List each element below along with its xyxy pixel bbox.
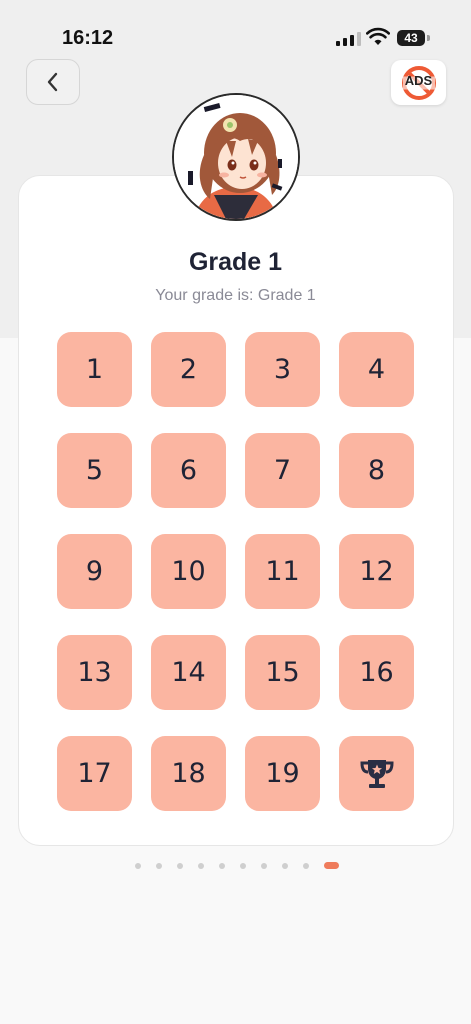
cellular-signal-icon: [336, 30, 361, 46]
level-grid: 1 2 3 4 5 6 7 8 9 10 11 12 13 14 15 16 1…: [57, 332, 414, 811]
page-dot[interactable]: [240, 862, 246, 869]
page-dot-active[interactable]: [324, 862, 339, 869]
level-tile-6[interactable]: 6: [151, 433, 226, 508]
page-dot[interactable]: [261, 862, 267, 869]
back-button[interactable]: [26, 59, 80, 105]
level-tile-11[interactable]: 11: [245, 534, 320, 609]
level-tile-3[interactable]: 3: [245, 332, 320, 407]
avatar: [172, 93, 300, 221]
trophy-tile[interactable]: [339, 736, 414, 811]
page-dot[interactable]: [282, 862, 288, 869]
page-dot[interactable]: [135, 862, 141, 869]
level-tile-5[interactable]: 5: [57, 433, 132, 508]
trophy-icon: [359, 759, 394, 788]
page-dot[interactable]: [219, 862, 225, 869]
remove-ads-button[interactable]: ADS: [391, 60, 446, 105]
status-time: 16:12: [62, 27, 114, 49]
level-tile-14[interactable]: 14: [151, 635, 226, 710]
level-tile-16[interactable]: 16: [339, 635, 414, 710]
page-dot[interactable]: [177, 862, 183, 869]
level-tile-2[interactable]: 2: [151, 332, 226, 407]
battery-indicator: 43: [397, 30, 425, 46]
level-tile-19[interactable]: 19: [245, 736, 320, 811]
avatar-illustration: [174, 95, 298, 219]
page-dot[interactable]: [156, 862, 162, 869]
battery-cap: [427, 35, 430, 41]
level-tile-8[interactable]: 8: [339, 433, 414, 508]
level-tile-18[interactable]: 18: [151, 736, 226, 811]
grade-title: Grade 1: [188, 248, 283, 276]
level-tile-1[interactable]: 1: [57, 332, 132, 407]
chevron-left-icon: [47, 72, 58, 92]
ads-label: ADS: [404, 73, 433, 88]
page-dot[interactable]: [198, 862, 204, 869]
level-tile-15[interactable]: 15: [245, 635, 320, 710]
level-tile-4[interactable]: 4: [339, 332, 414, 407]
page-indicator: [135, 862, 339, 869]
level-tile-10[interactable]: 10: [151, 534, 226, 609]
level-tile-9[interactable]: 9: [57, 534, 132, 609]
page-dot[interactable]: [303, 862, 309, 869]
level-tile-12[interactable]: 12: [339, 534, 414, 609]
level-tile-17[interactable]: 17: [57, 736, 132, 811]
level-tile-7[interactable]: 7: [245, 433, 320, 508]
grade-subtitle: Your grade is: Grade 1: [155, 287, 316, 304]
wifi-icon: [366, 27, 390, 45]
level-tile-13[interactable]: 13: [57, 635, 132, 710]
